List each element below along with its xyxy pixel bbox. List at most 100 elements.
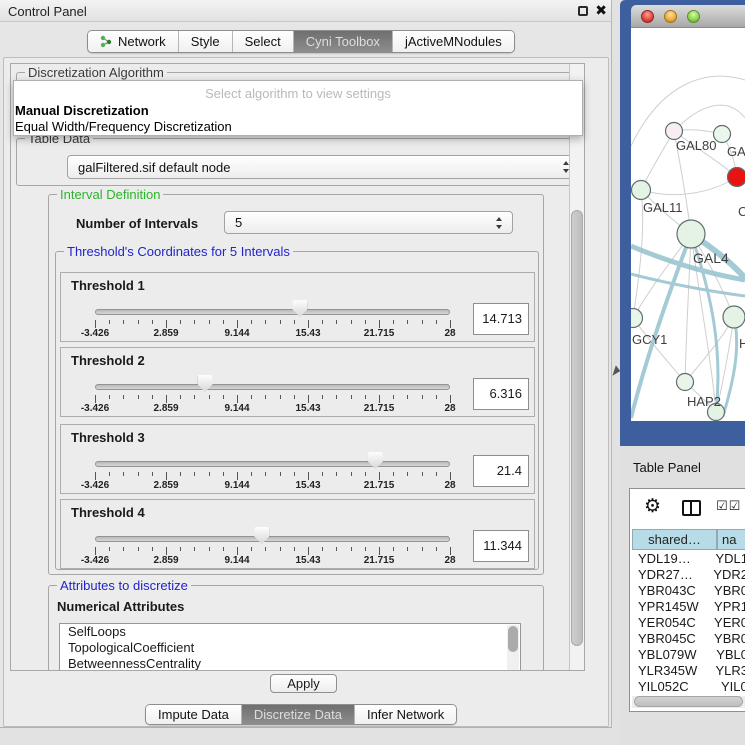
- algorithm-dropdown-popup: Select algorithm to view settings Manual…: [13, 80, 583, 136]
- menu-item-manual-discretization[interactable]: Manual Discretization: [15, 103, 149, 118]
- attributes-group: Attributes to discretize Numerical Attri…: [48, 585, 544, 671]
- threshold-4-panel: Threshold 4 -3.4262.8599.14415.4321.7152…: [60, 499, 535, 569]
- table-row[interactable]: YPR145WYPR1: [632, 599, 745, 615]
- table-row[interactable]: YLR345WYLR3: [632, 663, 745, 679]
- node-gal11[interactable]: [632, 181, 651, 200]
- table-scrollbar-thumb[interactable]: [634, 696, 743, 707]
- numerical-attributes-list[interactable]: SelfLoopsTopologicalCoefficientBetweenne…: [59, 623, 521, 671]
- node-hap2[interactable]: [677, 374, 694, 391]
- column-header-shared-name[interactable]: shared…: [632, 529, 717, 550]
- table-cell[interactable]: YPR145W: [632, 599, 710, 615]
- minimize-traffic-light[interactable]: [664, 10, 677, 23]
- tab-style[interactable]: Style: [179, 31, 233, 52]
- column-header-name[interactable]: na: [717, 529, 745, 550]
- panel-vertical-scrollbar[interactable]: [569, 64, 584, 670]
- tab-jactivemnodules[interactable]: jActiveMNodules: [393, 31, 514, 52]
- node-red[interactable]: [728, 168, 745, 187]
- gear-icon[interactable]: ⚙: [644, 497, 661, 517]
- tab-cyni-toolbox[interactable]: Cyni Toolbox: [294, 31, 393, 52]
- threshold-4-value-field[interactable]: 11.344: [473, 530, 529, 562]
- tab-select[interactable]: Select: [233, 31, 294, 52]
- table-cell[interactable]: YIL0: [717, 679, 745, 694]
- discretize-scrollpane: Discretization Algorithm Table Data galF…: [10, 63, 585, 671]
- float-window-icon[interactable]: [578, 6, 588, 16]
- node-h[interactable]: [723, 306, 745, 328]
- threshold-1-value-field[interactable]: 14.713: [473, 303, 529, 335]
- threshold-4-scale-labels: -3.4262.8599.14415.4321.71528: [95, 555, 450, 567]
- table-row[interactable]: YDL19…YDL1: [632, 551, 745, 567]
- attribute-item-0[interactable]: SelfLoops: [60, 624, 520, 640]
- table-cell[interactable]: YDL19…: [632, 551, 711, 567]
- algorithm-placeholder-item: Select algorithm to view settings: [14, 86, 582, 101]
- node-gcy1[interactable]: [631, 309, 643, 328]
- table-cell[interactable]: YBR045C: [632, 631, 710, 647]
- threshold-4-slider-track[interactable]: [95, 536, 450, 542]
- numerical-attributes-label: Numerical Attributes: [57, 599, 184, 614]
- table-row[interactable]: YER054CYER0: [632, 615, 745, 631]
- number-of-intervals-label: Number of Intervals: [76, 216, 198, 231]
- table-cell[interactable]: YIL052C: [632, 679, 717, 694]
- table-cell[interactable]: YDR27…: [632, 567, 709, 583]
- checkbox-icons[interactable]: ☑☑: [716, 498, 741, 514]
- control-panel-window: Control Panel ✖ Network Style Select Cyn…: [0, 0, 612, 728]
- table-cell[interactable]: YBR0: [710, 583, 745, 599]
- threshold-3-panel: Threshold 3 -3.4262.8599.14415.4321.7152…: [60, 424, 535, 494]
- threshold-3-slider-track[interactable]: [95, 461, 450, 467]
- node-label-gal4: GAL4: [693, 250, 729, 266]
- table-data-combobox[interactable]: galFiltered.sif default node: [67, 155, 580, 179]
- table-cell[interactable]: YBR043C: [632, 583, 710, 599]
- panel-scrollbar-thumb[interactable]: [571, 210, 583, 646]
- threshold-2-value-field[interactable]: 6.316: [473, 378, 529, 410]
- table-cell[interactable]: YBL079W: [632, 647, 712, 663]
- node-label-c: C: [738, 204, 745, 219]
- threshold-2-scale-labels: -3.4262.8599.14415.4321.71528: [95, 403, 450, 415]
- combo-arrows-icon: [496, 217, 503, 229]
- table-row[interactable]: YBR043CYBR0: [632, 583, 745, 599]
- table-cell[interactable]: YDR2: [709, 567, 745, 583]
- table-panel-window: ⚙ ☑☑ shared… na YDL19…YDL1YDR27…YDR2YBR0…: [629, 488, 745, 712]
- control-panel-title: Control Panel: [8, 4, 87, 19]
- table-cell[interactable]: YBL0: [712, 647, 745, 663]
- menu-item-equal-width-frequency[interactable]: Equal Width/Frequency Discretization: [15, 119, 232, 134]
- attributes-list-scrollbar[interactable]: [507, 625, 519, 671]
- number-of-intervals-combobox[interactable]: 5: [224, 211, 513, 234]
- network-canvas[interactable]: GAL80GACGAL11GAL4GCY1HHAP2: [631, 28, 745, 421]
- cyni-toolbox-panel: Discretization Algorithm Table Data galF…: [3, 57, 609, 727]
- threshold-2-label: Threshold 2: [71, 353, 145, 368]
- attribute-item-2[interactable]: BetweennessCentrality: [60, 656, 520, 671]
- choose-columns-icon[interactable]: [682, 500, 701, 516]
- threshold-2-panel: Threshold 2 -3.4262.8599.14415.4321.7152…: [60, 347, 535, 417]
- table-cell[interactable]: YER0: [710, 615, 745, 631]
- threshold-1-slider-track[interactable]: [95, 309, 450, 315]
- zoom-traffic-light[interactable]: [687, 10, 700, 23]
- table-row[interactable]: YDR27…YDR2: [632, 567, 745, 583]
- apply-button[interactable]: Apply: [270, 674, 337, 693]
- table-cell[interactable]: YPR1: [710, 599, 745, 615]
- table-cell[interactable]: YLR345W: [632, 663, 711, 679]
- tab-network-label: Network: [118, 34, 166, 49]
- table-cell[interactable]: YER054C: [632, 615, 710, 631]
- threshold-3-value-field[interactable]: 21.4: [473, 455, 529, 487]
- tab-infer-network[interactable]: Infer Network: [355, 705, 456, 724]
- close-traffic-light[interactable]: [641, 10, 654, 23]
- close-icon[interactable]: ✖: [595, 2, 607, 19]
- table-cell[interactable]: YDL1: [711, 551, 745, 567]
- table-row[interactable]: YBL079WYBL0: [632, 647, 745, 663]
- discretization-algorithm-group-title: Discretization Algorithm: [25, 65, 167, 80]
- table-cell[interactable]: YLR3: [711, 663, 745, 679]
- table-row[interactable]: YIL052CYIL0: [632, 679, 745, 694]
- threshold-2-slider-track[interactable]: [95, 384, 450, 390]
- tab-impute-data[interactable]: Impute Data: [146, 705, 242, 724]
- control-panel-titlebar: Control Panel ✖: [0, 0, 611, 22]
- node-gal80[interactable]: [666, 123, 683, 140]
- table-horizontal-scrollbar[interactable]: [632, 696, 745, 708]
- attribute-item-1[interactable]: TopologicalCoefficient: [60, 640, 520, 656]
- tab-discretize-data[interactable]: Discretize Data: [242, 705, 355, 724]
- table-cell[interactable]: YBR0: [710, 631, 745, 647]
- table-row[interactable]: YBR045CYBR0: [632, 631, 745, 647]
- node-gal4[interactable]: [677, 220, 705, 248]
- number-of-intervals-value: 5: [235, 215, 242, 230]
- threshold-1-scale-labels: -3.4262.8599.14415.4321.71528: [95, 328, 450, 340]
- tab-network[interactable]: Network: [88, 31, 179, 52]
- threshold-1-label: Threshold 1: [71, 278, 145, 293]
